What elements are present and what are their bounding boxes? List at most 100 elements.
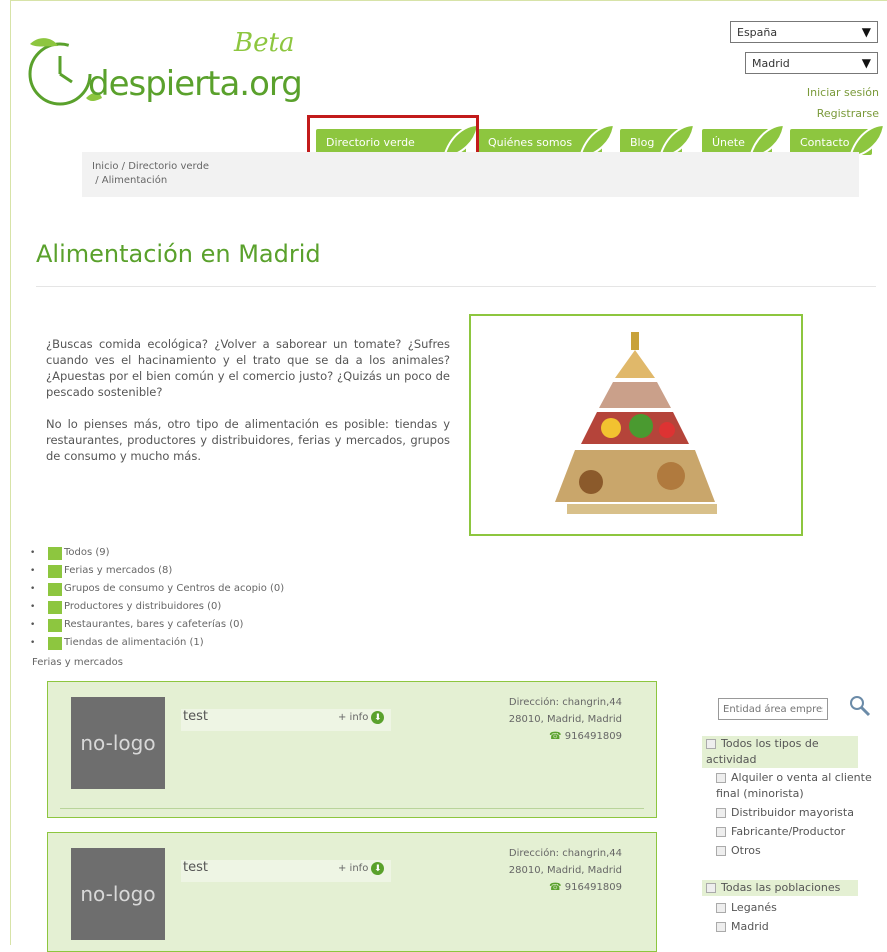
breadcrumb-separator: / [95, 175, 99, 186]
more-info-label: + info [338, 863, 369, 874]
address-line: Dirección: changrin,44 [508, 697, 622, 708]
category-icon [48, 600, 62, 614]
category-label: Tiendas de alimentación (1) [64, 637, 204, 648]
filter-label: Fabricante/Productor [731, 825, 846, 838]
address-line: 28010, Madrid, Madrid [508, 865, 622, 876]
country-select-value: España [737, 25, 778, 39]
address-line: Dirección: changrin,44 [508, 848, 622, 859]
beta-label: Beta [234, 28, 295, 58]
chevron-down-icon: ▼ [861, 56, 871, 70]
register-link[interactable]: Registrarse [817, 107, 879, 120]
nav-label: Únete [712, 135, 745, 149]
phone-number: 916491809 [564, 882, 622, 893]
filter-label: Todos los tipos de actividad [706, 737, 819, 766]
phone-icon: ☎ [549, 731, 562, 742]
category-icon [48, 636, 62, 650]
filter-label: Leganés [731, 901, 777, 914]
list-item[interactable]: • Tiendas de alimentación (1) [30, 634, 284, 652]
intro-text: ¿Buscas comida ecológica? ¿Volver a sabo… [46, 336, 450, 480]
country-select[interactable]: España ▼ [730, 21, 878, 43]
food-pyramid-icon [555, 332, 717, 514]
filter-label: Distribuidor mayorista [731, 806, 854, 819]
filter-option[interactable]: Leganés [702, 900, 858, 916]
listing-address: Dirección: changrin,44 28010, Madrid, Ma… [509, 694, 622, 745]
category-icon [48, 546, 62, 560]
phone-number: 916491809 [564, 731, 622, 742]
intro-paragraph: ¿Buscas comida ecológica? ¿Volver a sabo… [46, 337, 450, 399]
category-icon [48, 564, 62, 578]
more-info-label: + info [338, 712, 369, 723]
checkbox-icon[interactable] [716, 903, 726, 913]
more-info-link[interactable]: + info ⬇ [338, 862, 385, 875]
checkbox-icon[interactable] [716, 846, 726, 856]
listing-card: no-logo test + info ⬇ Dirección: changri… [47, 832, 657, 952]
list-item[interactable]: • Todos (9) [30, 544, 284, 562]
category-label: Todos (9) [64, 547, 110, 558]
breadcrumb-separator: / [121, 161, 126, 172]
bullet-icon: • [30, 566, 36, 576]
bullet-icon: • [30, 584, 36, 594]
category-icon [48, 618, 62, 632]
divider [36, 286, 876, 287]
search-input[interactable] [718, 698, 828, 720]
section-label: Ferias y mercados [32, 657, 123, 668]
places-filter: Todas las poblaciones Leganés Madrid [702, 880, 858, 935]
filter-places-all[interactable]: Todas las poblaciones [702, 880, 858, 896]
site-name: despierta.org [88, 64, 303, 104]
category-label: Restaurantes, bares y cafeterías (0) [64, 619, 244, 630]
filter-label: Alquiler o venta al cliente final (minor… [716, 771, 872, 800]
checkbox-icon[interactable] [706, 883, 716, 893]
checkbox-icon[interactable] [716, 827, 726, 837]
arrow-down-icon: ⬇ [371, 862, 385, 875]
nav-label: Contacto [800, 135, 850, 149]
site-logo[interactable]: Beta despierta.org [24, 26, 324, 116]
checkbox-icon[interactable] [716, 808, 726, 818]
category-list: • Todos (9) • Ferias y mercados (8) • Grupo… [30, 544, 284, 652]
checkbox-icon[interactable] [706, 739, 716, 749]
category-label: Ferias y mercados (8) [64, 565, 173, 576]
filter-activity-all[interactable]: Todos los tipos de actividad [702, 736, 858, 768]
bullet-icon: • [30, 620, 36, 630]
listing-logo[interactable]: no-logo [71, 697, 165, 789]
filter-option[interactable]: Alquiler o venta al cliente final (minor… [702, 770, 887, 802]
filter-label: Otros [731, 844, 761, 857]
nav-label: Quiénes somos [488, 135, 573, 149]
breadcrumb-current: Alimentación [101, 175, 168, 186]
login-link[interactable]: Iniciar sesión [807, 86, 879, 99]
more-info-link[interactable]: + info ⬇ [338, 711, 385, 724]
page-title: Alimentación en Madrid [36, 240, 321, 268]
listing-logo[interactable]: no-logo [71, 848, 165, 940]
city-select[interactable]: Madrid ▼ [745, 52, 878, 74]
filter-option[interactable]: Distribuidor mayorista [702, 805, 887, 821]
bullet-icon: • [30, 638, 36, 648]
filter-label: Madrid [731, 920, 769, 933]
listing-address: Dirección: changrin,44 28010, Madrid, Ma… [509, 845, 622, 896]
breadcrumb-home[interactable]: Inicio [92, 161, 118, 172]
breadcrumb-section[interactable]: Directorio verde [128, 161, 209, 172]
listing-card: no-logo test + info ⬇ Dirección: changri… [47, 681, 657, 818]
filter-label: Todas las poblaciones [721, 881, 841, 894]
arrow-down-icon: ⬇ [371, 711, 385, 724]
bullet-icon: • [30, 602, 36, 612]
search-icon[interactable] [848, 694, 872, 718]
filter-option[interactable]: Fabricante/Productor [702, 824, 887, 840]
list-item[interactable]: • Productores y distribuidores (0) [30, 598, 284, 616]
category-label: Grupos de consumo y Centros de acopio (0… [64, 583, 285, 594]
breadcrumb: Inicio / Directorio verde / Alimentación [82, 152, 859, 197]
list-item[interactable]: • Restaurantes, bares y cafeterías (0) [30, 616, 284, 634]
food-pyramid-image [469, 314, 803, 536]
filter-option[interactable]: Otros [702, 843, 887, 859]
address-line: 28010, Madrid, Madrid [508, 714, 622, 725]
filter-option[interactable]: Madrid [702, 919, 858, 935]
list-item[interactable]: • Grupos de consumo y Centros de acopio (… [30, 580, 284, 598]
category-icon [48, 582, 62, 596]
checkbox-icon[interactable] [716, 922, 726, 932]
bullet-icon: • [30, 548, 36, 558]
intro-paragraph: No lo pienses más, otro tipo de alimenta… [46, 417, 450, 463]
chevron-down-icon: ▼ [861, 25, 871, 39]
nav-label: Blog [630, 135, 655, 149]
checkbox-icon[interactable] [716, 773, 726, 783]
activity-filter: Todos los tipos de actividad Alquiler o … [702, 736, 887, 859]
divider [60, 808, 644, 809]
list-item[interactable]: • Ferias y mercados (8) [30, 562, 284, 580]
